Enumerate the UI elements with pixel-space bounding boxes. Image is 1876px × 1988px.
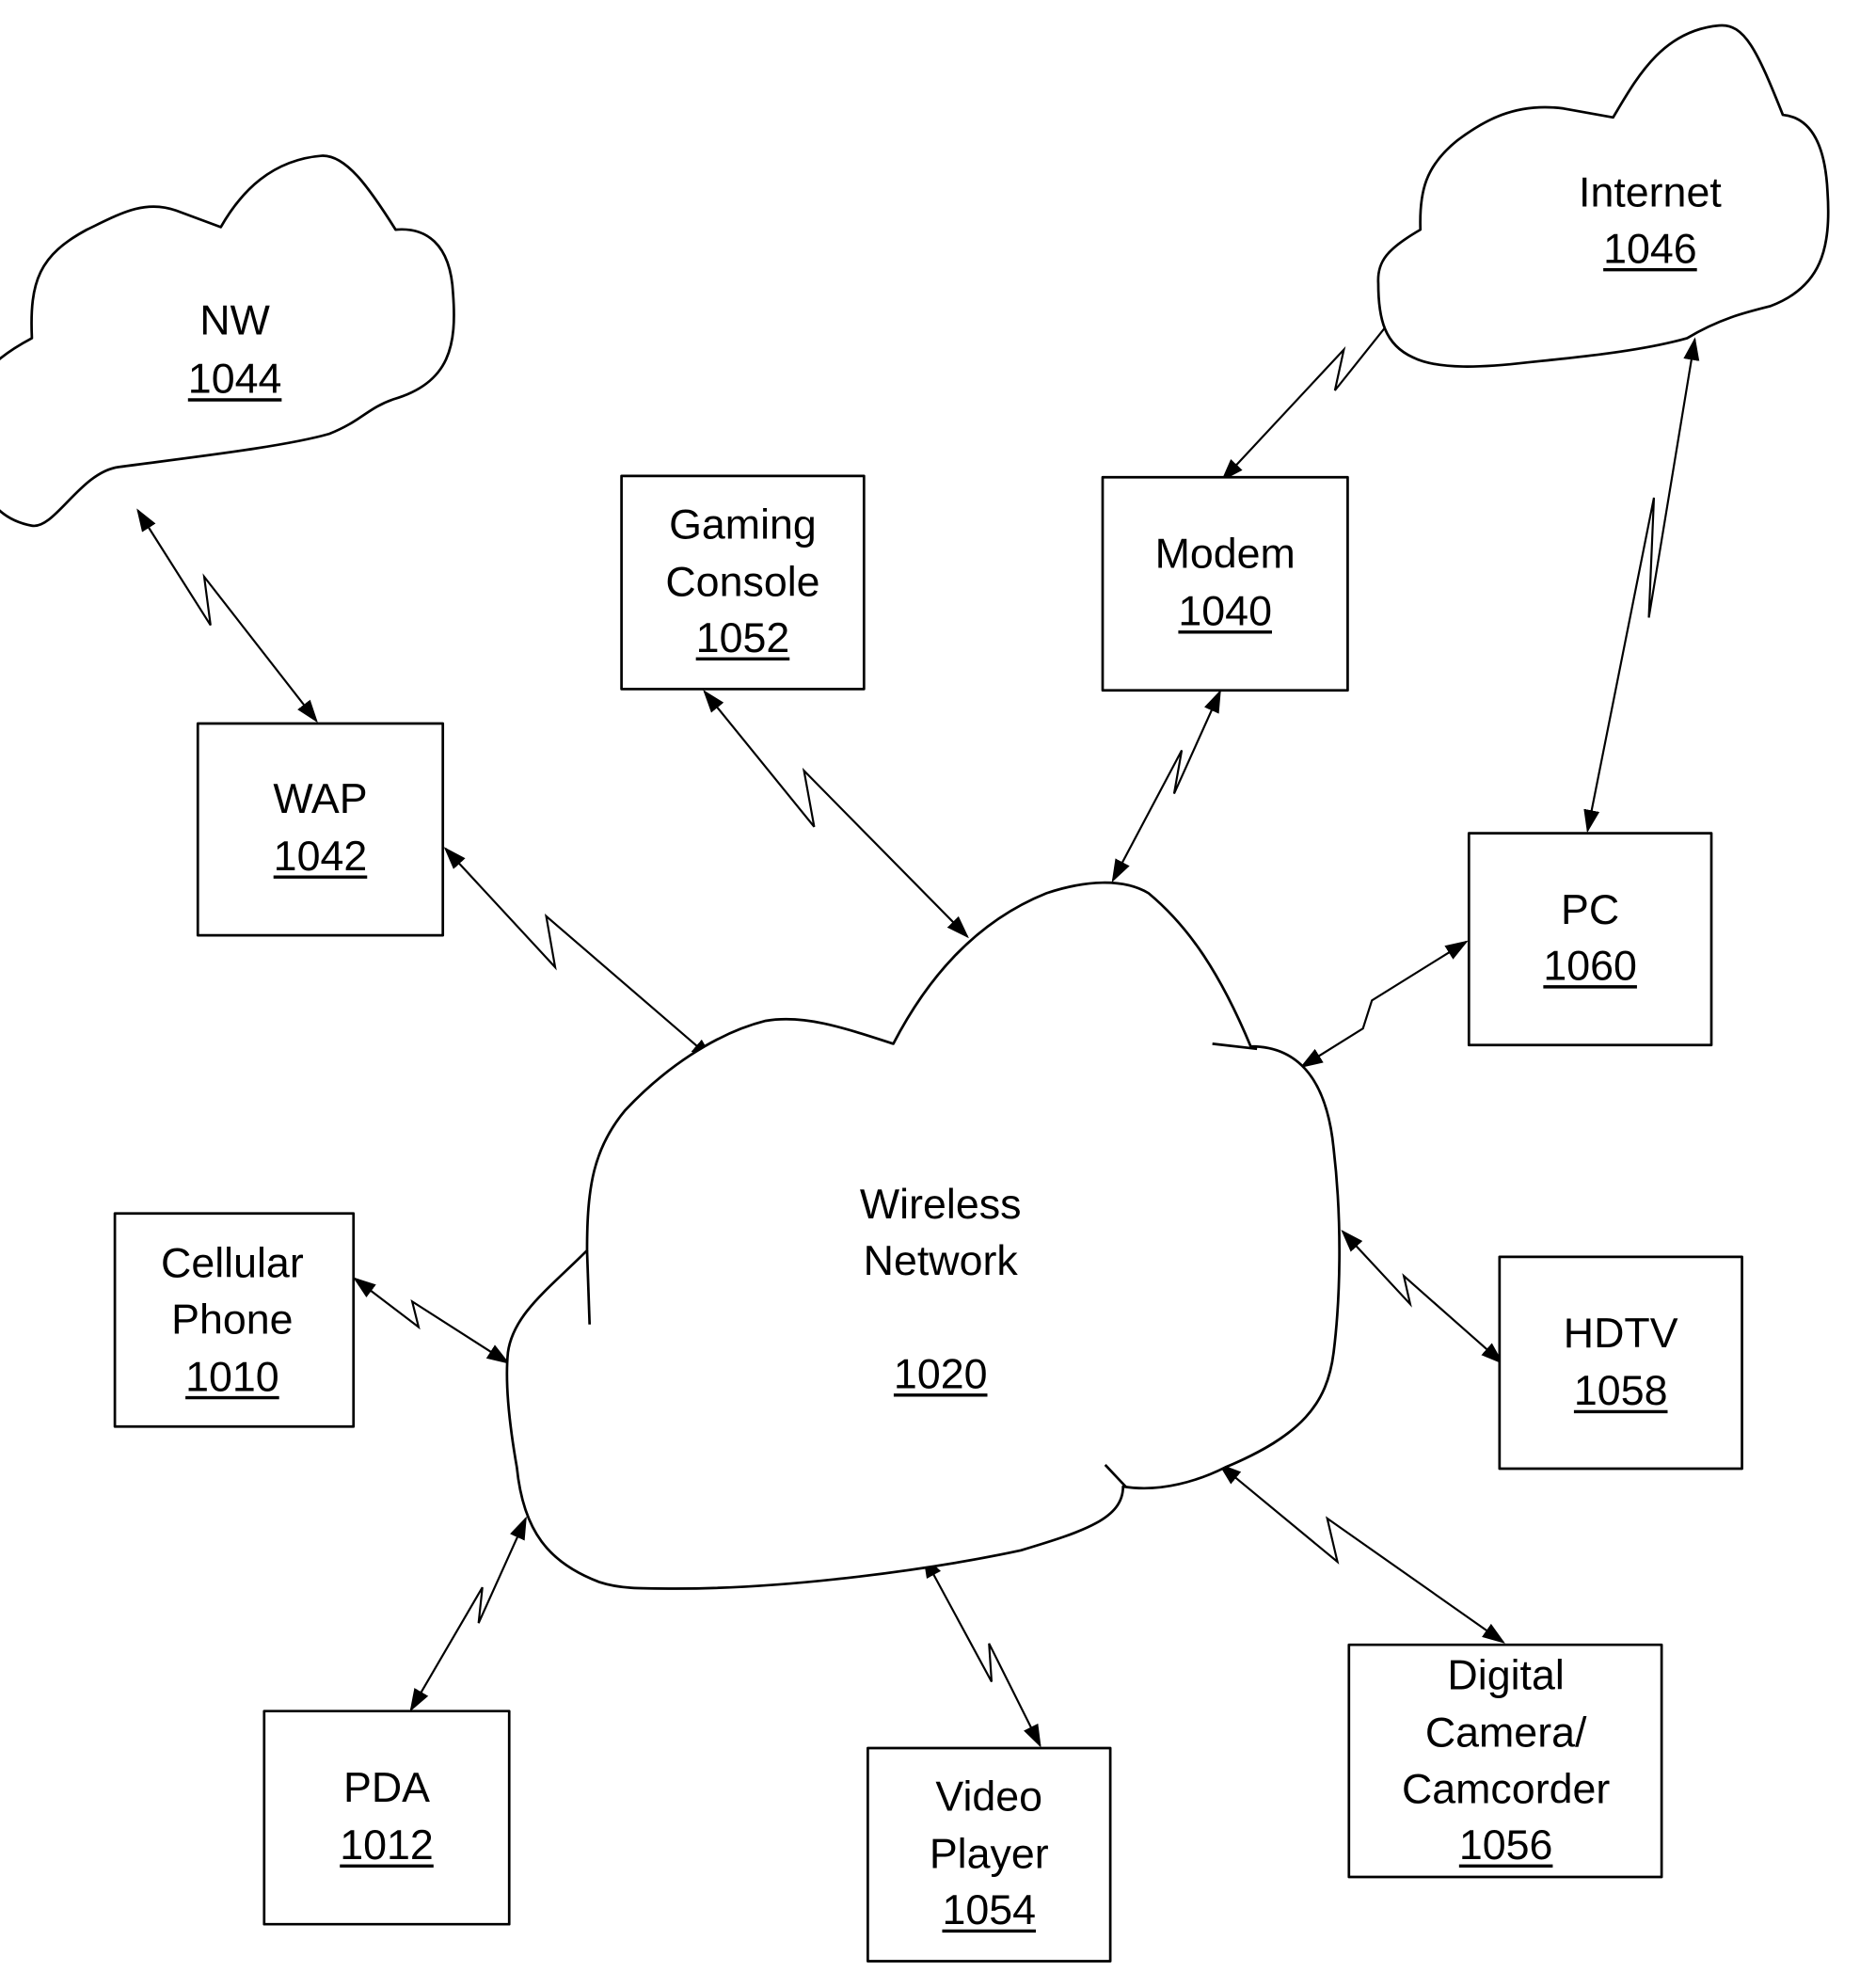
device-pda[interactable]: PDA 1012: [262, 1710, 511, 1926]
device-gaming-console[interactable]: Gaming Console 1052: [620, 474, 866, 691]
device-cellular-phone-label-line1: Cellular: [161, 1240, 304, 1287]
device-digital-camera-label-line2: Camera/: [1425, 1710, 1587, 1757]
link-wap-wireless: [443, 847, 714, 1061]
device-wap-box: [196, 722, 445, 937]
device-pc-box: [1467, 832, 1713, 1047]
device-video-player-label-line2: Player: [930, 1831, 1049, 1878]
link-cellular-wireless: [353, 1277, 510, 1364]
device-wap-ref: 1042: [274, 833, 368, 880]
link-gaming-wireless: [703, 690, 969, 939]
cloud-wireless-ref: 1020: [894, 1351, 988, 1398]
link-nw-wap: [136, 508, 318, 724]
device-digital-camera-label-line3: Camcorder: [1402, 1765, 1610, 1812]
network-diagram: NW 1044 Internet 1046 Wireless Network 1…: [0, 24, 1830, 1963]
link-pda-wireless: [409, 1516, 527, 1712]
device-modem-label: Modem: [1155, 531, 1296, 578]
device-hdtv-label: HDTV: [1564, 1310, 1678, 1357]
device-gaming-console-ref: 1052: [696, 614, 790, 661]
device-pda-ref: 1012: [340, 1821, 434, 1869]
device-modem[interactable]: Modem 1040: [1101, 475, 1349, 692]
cloud-wireless-label-line1: Wireless: [860, 1181, 1022, 1228]
cloud-internet-label: Internet: [1579, 169, 1722, 216]
link-pc-wireless: [1299, 940, 1469, 1069]
device-modem-box: [1101, 475, 1349, 692]
device-gaming-console-label-line1: Gaming: [669, 501, 817, 548]
link-internet-pc: [1583, 337, 1700, 834]
device-gaming-console-label-line2: Console: [665, 558, 819, 605]
device-digital-camera-ref: 1056: [1459, 1821, 1553, 1869]
device-cellular-phone-ref: 1010: [185, 1353, 279, 1400]
device-hdtv-box: [1498, 1255, 1743, 1471]
device-pc[interactable]: PC 1060: [1467, 832, 1713, 1047]
cloud-wireless-network-outline: [505, 881, 1342, 1590]
device-hdtv[interactable]: HDTV 1058: [1498, 1255, 1743, 1471]
cloud-wireless-label-line2: Network: [864, 1237, 1019, 1284]
device-pc-label: PC: [1561, 886, 1619, 933]
cloud-nw-ref: 1044: [188, 356, 282, 403]
device-cellular-phone-label-line2: Phone: [171, 1296, 293, 1343]
device-pda-box: [262, 1710, 511, 1926]
device-video-player-ref: 1054: [942, 1886, 1036, 1933]
device-digital-camera[interactable]: Digital Camera/ Camcorder 1056: [1347, 1643, 1663, 1879]
device-modem-ref: 1040: [1178, 588, 1272, 635]
link-hdtv-wireless: [1341, 1229, 1504, 1365]
device-pc-ref: 1060: [1543, 943, 1637, 990]
link-camera-wireless: [1217, 1463, 1505, 1644]
cloud-wireless-network[interactable]: Wireless Network 1020: [505, 881, 1342, 1590]
cloud-internet[interactable]: Internet 1046: [1376, 24, 1830, 368]
device-digital-camera-label-line1: Digital: [1447, 1652, 1564, 1699]
device-video-player[interactable]: Video Player 1054: [866, 1746, 1112, 1963]
link-modem-wireless: [1111, 689, 1221, 883]
device-hdtv-ref: 1058: [1574, 1367, 1668, 1414]
link-video-wireless: [922, 1554, 1041, 1748]
cloud-nw[interactable]: NW 1044: [0, 154, 455, 528]
device-video-player-label-line1: Video: [935, 1773, 1042, 1820]
device-pda-label: PDA: [343, 1764, 430, 1811]
cloud-internet-ref: 1046: [1603, 225, 1697, 272]
device-cellular-phone[interactable]: Cellular Phone 1010: [113, 1212, 356, 1428]
device-wap[interactable]: WAP 1042: [196, 722, 445, 937]
cloud-nw-label: NW: [199, 296, 270, 343]
device-wap-label: WAP: [273, 775, 367, 822]
